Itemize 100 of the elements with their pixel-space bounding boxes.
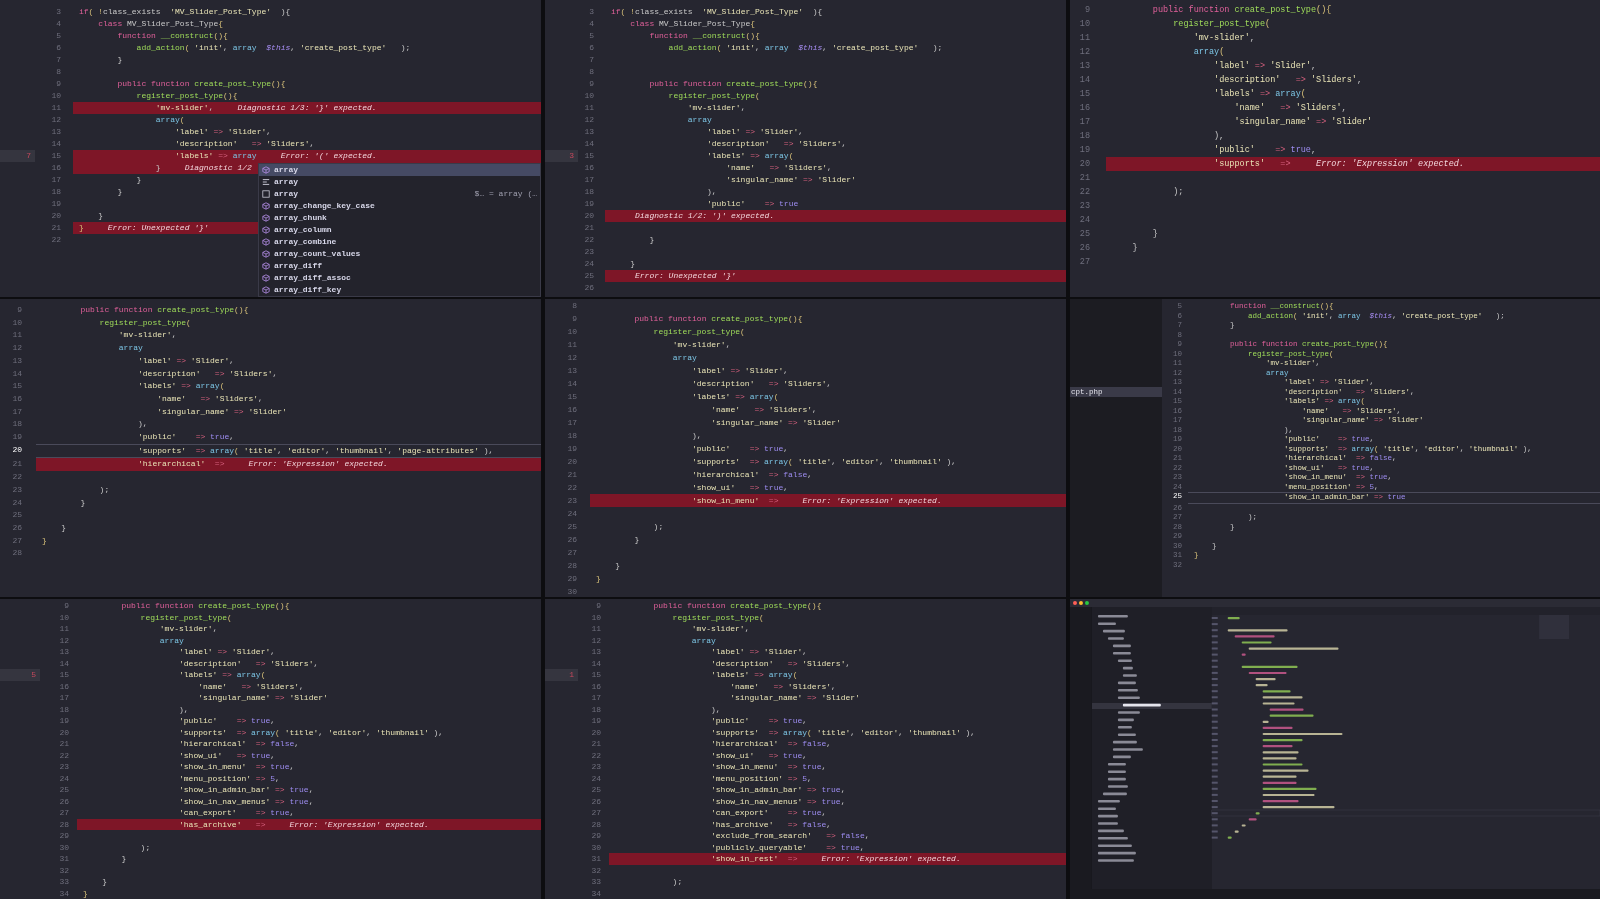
code-line: 'description' => 'Sliders', bbox=[174, 138, 315, 150]
error-message: Error: 'Expression' expected. bbox=[1316, 158, 1464, 171]
code-line: 'labels' => array( bbox=[706, 150, 794, 162]
line-number: 15 bbox=[1078, 88, 1090, 101]
line-number: 18 bbox=[11, 418, 22, 431]
line-number: 8 bbox=[55, 66, 61, 78]
line-number: 24 bbox=[58, 772, 69, 784]
code-line: 'show_in_nav_menus' => true, bbox=[178, 795, 314, 807]
line-number: 34 bbox=[58, 887, 69, 899]
line-number: 14 bbox=[11, 367, 22, 380]
line-number: 32 bbox=[590, 864, 601, 876]
code-line: 'name' => 'Sliders', bbox=[710, 404, 817, 416]
code-line: 'show_ui' => true, bbox=[710, 749, 808, 761]
error-message: Error: 'Expression' expected. bbox=[248, 458, 388, 471]
code-line: 'mv-slider', bbox=[671, 339, 731, 351]
line-number: 17 bbox=[11, 405, 22, 418]
code-line: } bbox=[97, 210, 103, 222]
code-line: 'singular_name' => 'Slider' bbox=[197, 692, 328, 704]
line-number: 15 bbox=[50, 150, 61, 162]
code-line: register_post_type( bbox=[652, 326, 745, 338]
autocomplete-item[interactable]: array_change_key_case bbox=[259, 200, 540, 212]
code-line: 'show_ui' => true, bbox=[178, 749, 276, 761]
code-line: 'menu_position' => 5, bbox=[710, 772, 812, 784]
autocomplete-item[interactable]: array_diff bbox=[259, 260, 540, 272]
code-line: ), bbox=[710, 703, 721, 715]
line-number: 22 bbox=[583, 234, 594, 246]
code-line: 'name' => 'Sliders', bbox=[729, 680, 836, 692]
line-number: 9 bbox=[1083, 4, 1090, 17]
line-number: 20 bbox=[58, 726, 69, 738]
code-line: 'singular_name' => 'Slider' bbox=[1233, 116, 1373, 129]
code-line: 'label' => 'Slider', bbox=[1213, 60, 1317, 73]
line-number: 16 bbox=[583, 162, 594, 174]
line-number: 16 bbox=[11, 392, 22, 405]
autocomplete-item[interactable]: array bbox=[259, 176, 540, 188]
code-line: 'show_in_menu' => true, bbox=[178, 761, 295, 773]
code-line: 'label' => 'Slider', bbox=[706, 126, 804, 138]
code-line: 'labels' => array( bbox=[691, 391, 779, 403]
line-number: 13 bbox=[11, 354, 22, 367]
autocomplete-item[interactable]: array_chunk bbox=[259, 212, 540, 224]
line-number: 15 bbox=[58, 669, 69, 681]
autocomplete-item[interactable]: array_column bbox=[259, 224, 540, 236]
code-line: 'has_archive' => false, bbox=[710, 818, 832, 830]
line-number: 10 bbox=[11, 316, 22, 329]
line-number: 19 bbox=[583, 198, 594, 210]
cube-icon bbox=[262, 226, 270, 234]
code-line: public function create_post_type(){ bbox=[648, 78, 818, 90]
code-line: 'name' => 'Sliders', bbox=[197, 680, 304, 692]
autocomplete-item[interactable]: array_diff_key bbox=[259, 284, 540, 296]
cube-icon bbox=[262, 250, 270, 258]
line-number: 16 bbox=[58, 680, 69, 692]
line-number: 15 bbox=[583, 150, 594, 162]
line-number: 19 bbox=[11, 431, 22, 444]
line-number: 28 bbox=[590, 818, 601, 830]
code-line: 'show_in_rest' => bbox=[710, 853, 798, 865]
autocomplete-item[interactable]: array_diff_assoc bbox=[259, 272, 540, 284]
code-line: 'hierarchical' => false, bbox=[691, 469, 813, 481]
code-line: add_action( 'init', array $this, 'create_post_type' ); bbox=[135, 42, 411, 54]
line-number: 18 bbox=[566, 430, 577, 442]
autocomplete-item[interactable]: array $… = array (… bbox=[259, 188, 540, 200]
code-line: ); bbox=[652, 521, 664, 533]
line-number: 31 bbox=[590, 853, 601, 865]
code-line: 'menu_position' => 5, bbox=[178, 772, 280, 784]
code-line: function __construct(){ bbox=[648, 30, 760, 42]
autocomplete-item[interactable]: array_combine bbox=[259, 236, 540, 248]
code-line: ); bbox=[139, 841, 151, 853]
code-line: class MV_Slider_Post_Type{ bbox=[97, 18, 224, 30]
line-number: 20 bbox=[1078, 158, 1090, 171]
code-line: 'mv-slider', bbox=[158, 623, 218, 635]
line-number: 34 bbox=[590, 887, 601, 899]
line-number: 7 bbox=[588, 54, 594, 66]
code-line: } bbox=[135, 174, 142, 186]
code-line: } bbox=[629, 258, 635, 270]
line-number: 18 bbox=[583, 186, 594, 198]
code-line: 'description' => 'Sliders', bbox=[137, 367, 278, 380]
code-line: 'has_archive' => bbox=[178, 818, 266, 830]
code-line: 'supports' => bbox=[1213, 158, 1291, 171]
line-number: 20 bbox=[583, 210, 594, 222]
code-line: 'supports' => array( 'title', 'editor', 'thumbnail', 'page-attributes' ), bbox=[137, 444, 494, 457]
line-number: 19 bbox=[58, 715, 69, 727]
autocomplete-item[interactable]: array bbox=[259, 164, 540, 176]
error-message: Error: '(' expected. bbox=[280, 150, 377, 162]
line-number: 20 bbox=[11, 443, 22, 456]
cube-icon bbox=[262, 238, 270, 246]
line-number: 26 bbox=[1078, 242, 1090, 255]
line-number: 19 bbox=[50, 198, 61, 210]
code-line: 'labels' => array bbox=[174, 150, 257, 162]
code-line: 'mv-slider', bbox=[154, 102, 214, 114]
code-line: 'mv-slider', bbox=[117, 329, 177, 342]
code-line: array( bbox=[154, 114, 185, 126]
autocomplete-item[interactable]: array_count_values bbox=[259, 248, 540, 260]
code-line: 'description' => 'Sliders', bbox=[706, 138, 847, 150]
code-line: } bbox=[1151, 228, 1158, 241]
line-number: 21 bbox=[1078, 172, 1090, 185]
error-message: Diagnostic 1/3: '}' expected. bbox=[237, 102, 377, 114]
cube-icon bbox=[262, 286, 270, 294]
cube-icon bbox=[262, 274, 270, 282]
code-line: 'show_ui' => true, bbox=[691, 482, 789, 494]
code-line: } bbox=[42, 534, 47, 547]
line-number: 12 bbox=[590, 634, 601, 646]
line-number: 21 bbox=[583, 222, 594, 234]
